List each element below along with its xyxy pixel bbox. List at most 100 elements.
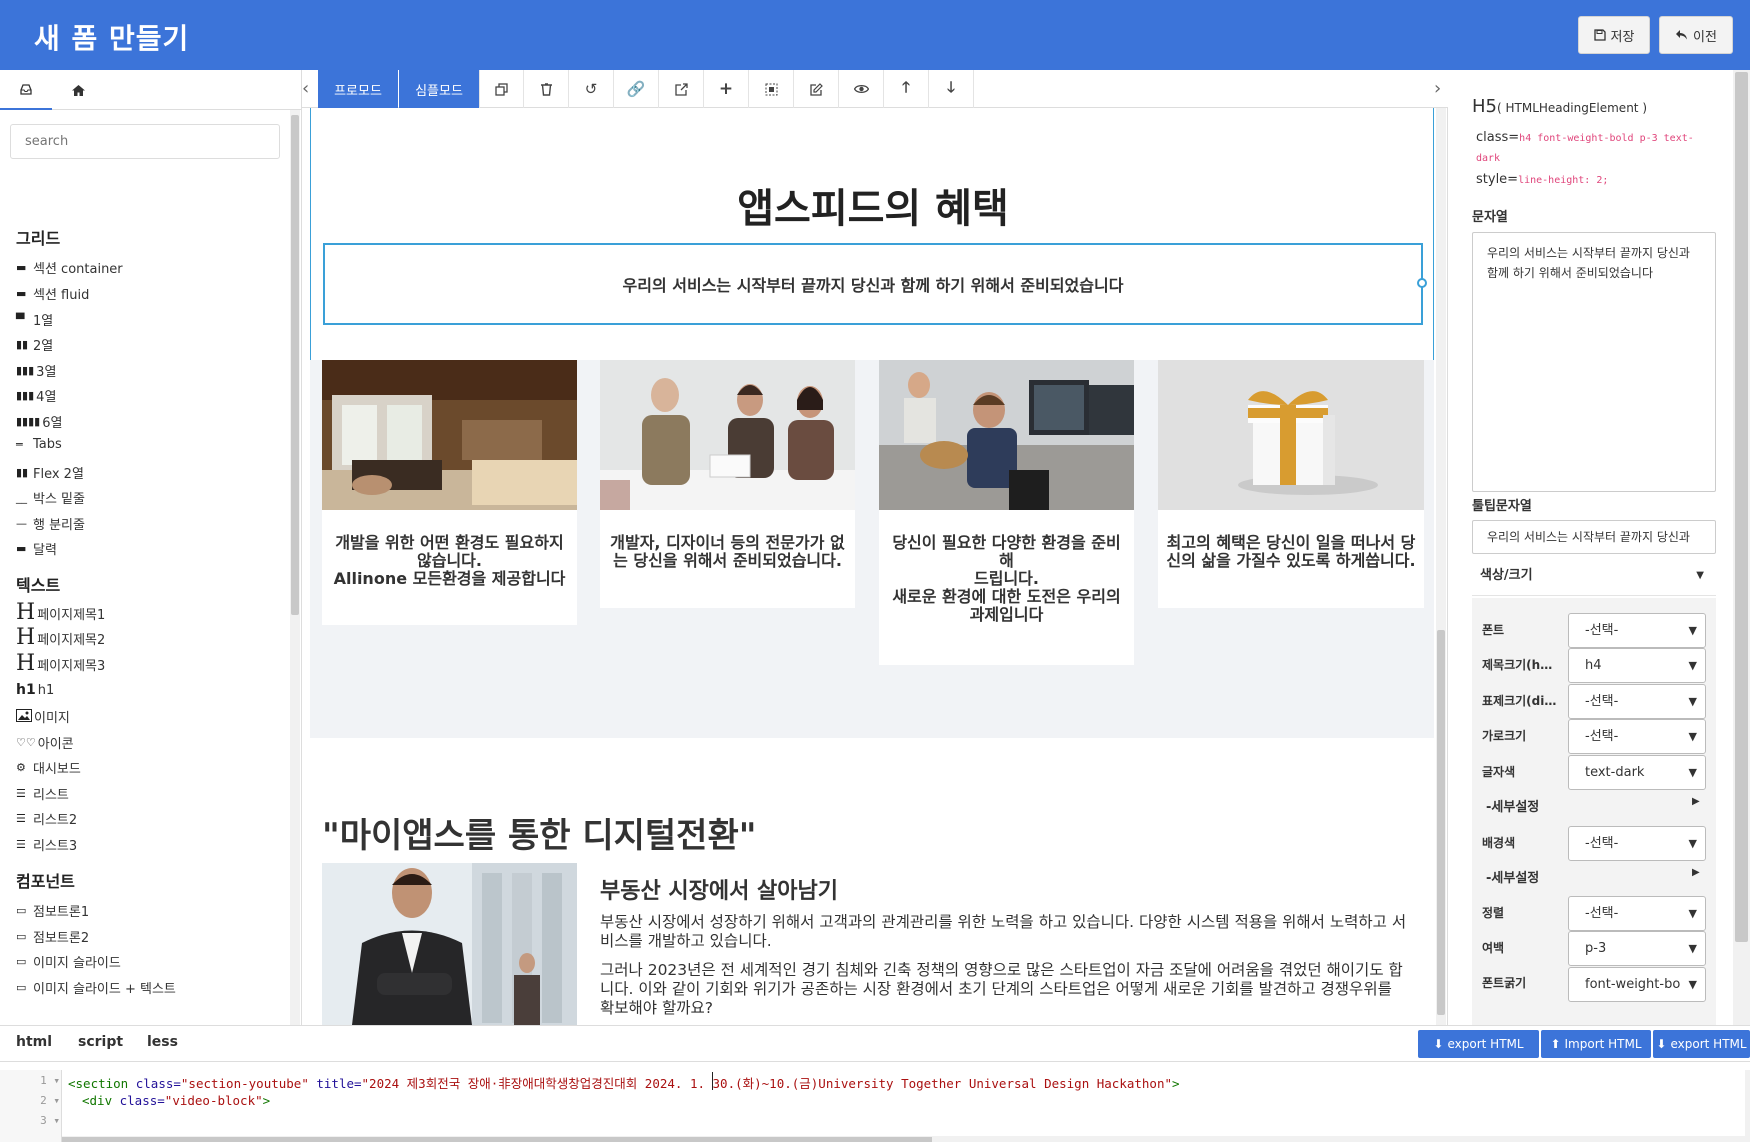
page-preview: 앱스피드의 혜택 우리의 서비스는 시작부터 끝까지 당신과 함께 하기 위해서… bbox=[310, 108, 1434, 1025]
chevron-left-icon[interactable]: ‹ bbox=[302, 78, 309, 99]
list-item[interactable]: ▭ 점보트론2 bbox=[16, 927, 89, 946]
undo-button[interactable]: ↺ bbox=[569, 70, 614, 108]
import-html-button[interactable]: ⬆ Import HTML bbox=[1541, 1030, 1651, 1058]
card-text: 최고의 혜택은 당신이 일을 떠나서 당 신의 삶을 가질수 있도록 하게씁니다. bbox=[1166, 533, 1416, 570]
property-scroll-thumb[interactable] bbox=[1735, 72, 1748, 942]
external-link-button[interactable] bbox=[659, 70, 704, 108]
digital-transform-title[interactable]: "마이앱스를 통한 디지털전환" bbox=[322, 808, 756, 857]
move-down-button[interactable]: 🡓 bbox=[929, 70, 974, 108]
save-button[interactable]: 저장 bbox=[1578, 16, 1650, 54]
list-item[interactable]: ▀ 1열 bbox=[16, 310, 53, 329]
align-select[interactable]: -선택- ▼ bbox=[1568, 896, 1706, 931]
list-item[interactable]: ▮▮▮ 3열 bbox=[16, 361, 56, 380]
preview-button[interactable] bbox=[839, 70, 884, 108]
list-item[interactable]: 이미지 bbox=[16, 707, 70, 726]
code-line[interactable]: <div class="video-block"> bbox=[82, 1093, 270, 1108]
list-item[interactable]: H 페이지제목3 bbox=[16, 653, 105, 675]
caret-right-icon[interactable]: ▶ bbox=[1692, 796, 1700, 807]
list-item[interactable]: ☰ 리스트3 bbox=[16, 835, 77, 854]
font-select[interactable]: -선택- ▼ bbox=[1568, 613, 1706, 648]
list-item[interactable]: ═ Tabs bbox=[16, 437, 62, 452]
color-size-accordion[interactable]: 색상/크기 ▼ bbox=[1472, 560, 1716, 596]
list-item[interactable]: __ 박스 밑줄 bbox=[16, 488, 85, 507]
list-item[interactable]: ▭ 점보트론1 bbox=[16, 901, 89, 920]
list-item[interactable]: ▭ 이미지 슬라이드 + 텍스트 bbox=[16, 978, 176, 997]
tab-components[interactable] bbox=[0, 70, 52, 110]
list-icon: ☰ bbox=[16, 812, 26, 825]
selected-heading[interactable]: 우리의 서비스는 시작부터 끝까지 당신과 함께 하기 위해서 준비되었습니다 bbox=[323, 243, 1423, 325]
link-button[interactable]: 🔗 bbox=[614, 70, 659, 108]
resize-handle[interactable] bbox=[1417, 278, 1427, 288]
text-color-label: 글자색 bbox=[1482, 765, 1516, 779]
list-item[interactable]: ⚙ 대시보드 bbox=[16, 758, 81, 777]
section-heading[interactable]: 부동산 시장에서 살아남기 bbox=[600, 873, 838, 905]
panel-scroll-thumb[interactable] bbox=[291, 115, 299, 615]
line-gutter: 1 ▾ 2 ▾ 3 ▾ bbox=[0, 1070, 62, 1142]
copy-button[interactable] bbox=[479, 70, 524, 108]
benefit-card[interactable]: 개발자, 디자이너 등의 전문가가 없는 당신을 위해서 준비되었습니다. bbox=[600, 360, 855, 608]
code-line[interactable]: <section class="section-youtube" title="… bbox=[68, 1073, 1180, 1092]
save-label: 저장 bbox=[1610, 29, 1635, 45]
chevron-right-icon[interactable]: › bbox=[1434, 78, 1441, 99]
list-item[interactable]: ☰ 리스트2 bbox=[16, 809, 77, 828]
width-select[interactable]: -선택- ▼ bbox=[1568, 719, 1706, 754]
benefit-section[interactable]: 앱스피드의 혜택 우리의 서비스는 시작부터 끝까지 당신과 함께 하기 위해서… bbox=[310, 108, 1434, 738]
font-weight-select[interactable]: font-weight-bo ▼ bbox=[1568, 967, 1706, 1002]
list-item[interactable]: ▮▮▮ 4열 bbox=[16, 386, 56, 405]
list-item[interactable]: ▭ 이미지 슬라이드 bbox=[16, 952, 121, 971]
list-item[interactable]: ▮▮ Flex 2열 bbox=[16, 463, 84, 482]
benefit-title[interactable]: 앱스피드의 혜택 bbox=[311, 176, 1434, 234]
list-item[interactable]: ▬ 달력 bbox=[16, 539, 57, 558]
list-item[interactable]: ▮▮ 2열 bbox=[16, 335, 53, 354]
benefit-header[interactable]: 앱스피드의 혜택 우리의 서비스는 시작부터 끝까지 당신과 함께 하기 위해서… bbox=[310, 108, 1434, 360]
eye-icon bbox=[853, 84, 869, 94]
edit-button[interactable] bbox=[794, 70, 839, 108]
list-item[interactable]: ☰ 리스트 bbox=[16, 784, 69, 803]
display-size-select[interactable]: -선택- ▼ bbox=[1568, 684, 1706, 719]
detail-settings-toggle[interactable]: -세부설정 bbox=[1486, 796, 1539, 815]
add-button[interactable]: + bbox=[704, 70, 749, 108]
delete-button[interactable] bbox=[524, 70, 569, 108]
tab-html[interactable]: html bbox=[16, 1034, 52, 1050]
benefit-card[interactable]: 당신이 필요한 다양한 환경을 준비해 드립니다. 새로운 환경에 대한 도전은 우… bbox=[879, 360, 1134, 665]
detail-settings-toggle[interactable]: -세부설정 bbox=[1486, 867, 1539, 886]
tab-less[interactable]: less bbox=[147, 1034, 178, 1050]
list-item[interactable]: h1 h1 bbox=[16, 682, 54, 698]
code-area[interactable]: 1 ▾ 2 ▾ 3 ▾ <section class="section-yout… bbox=[0, 1070, 1745, 1142]
text-color-select[interactable]: text-dark ▼ bbox=[1568, 755, 1706, 790]
list-item[interactable]: ▬ 섹션 container bbox=[16, 258, 123, 277]
export-html-button[interactable]: ⬇ export HTML bbox=[1418, 1030, 1539, 1058]
list-item[interactable]: ▬ 섹션 fluid bbox=[16, 284, 89, 303]
caret-right-icon[interactable]: ▶ bbox=[1692, 867, 1700, 878]
export-html-button-2[interactable]: ⬇ export HTML bbox=[1653, 1030, 1750, 1058]
tooltip-input[interactable]: 우리의 서비스는 시작부터 끝까지 당신과 bbox=[1472, 520, 1716, 554]
simple-mode-button[interactable]: 심플모드 bbox=[399, 70, 479, 108]
heading-size-select[interactable]: h4 ▼ bbox=[1568, 648, 1706, 683]
prev-button[interactable]: 이전 bbox=[1659, 16, 1733, 54]
move-up-button[interactable]: 🡑 bbox=[884, 70, 929, 108]
section-paragraph[interactable]: 그러나 2023년은 전 세계적인 경기 침체와 긴축 정책의 영향으로 많은 … bbox=[600, 961, 1410, 1018]
benefit-card[interactable]: 최고의 혜택은 당신이 일을 떠나서 당 신의 삶을 가질수 있도록 하게씁니다. bbox=[1158, 360, 1424, 608]
list-item[interactable]: ♡♡ 아이콘 bbox=[16, 733, 74, 752]
select-button[interactable] bbox=[749, 70, 794, 108]
list-item[interactable]: H 페이지제목2 bbox=[16, 627, 105, 649]
tab-home[interactable] bbox=[52, 70, 104, 110]
businessman-image bbox=[322, 863, 577, 1025]
list-item[interactable]: ▮▮▮▮ 6열 bbox=[16, 412, 62, 431]
benefit-card[interactable]: 개발을 위한 어떤 환경도 필요하지 않습니다. Allinone 모든환경을 제공… bbox=[322, 360, 577, 625]
pro-mode-button[interactable]: 프로모드 bbox=[318, 70, 398, 108]
padding-label: 여백 bbox=[1482, 941, 1505, 955]
code-v-scrollbar[interactable] bbox=[1745, 1070, 1750, 1142]
col1-icon: ▀ bbox=[16, 313, 25, 326]
list-item[interactable]: H 페이지제목1 bbox=[16, 602, 105, 624]
code-h-scroll-thumb[interactable] bbox=[62, 1137, 932, 1142]
search-input[interactable] bbox=[10, 124, 280, 159]
padding-select[interactable]: p-3 ▼ bbox=[1568, 931, 1706, 966]
interior-image bbox=[322, 360, 577, 510]
bg-color-select[interactable]: -선택- ▼ bbox=[1568, 826, 1706, 861]
canvas-scroll-thumb[interactable] bbox=[1437, 630, 1445, 1015]
section-paragraph[interactable]: 부동산 시장에서 성장하기 위해서 고객과의 관계관리를 위한 노력을 하고 있… bbox=[600, 913, 1410, 951]
tab-script[interactable]: script bbox=[78, 1034, 123, 1050]
list-item[interactable]: — 행 분리줄 bbox=[16, 514, 85, 533]
text-content-textarea[interactable]: 우리의 서비스는 시작부터 끝까지 당신과 함께 하기 위해서 준비되었습니다 bbox=[1472, 232, 1716, 492]
